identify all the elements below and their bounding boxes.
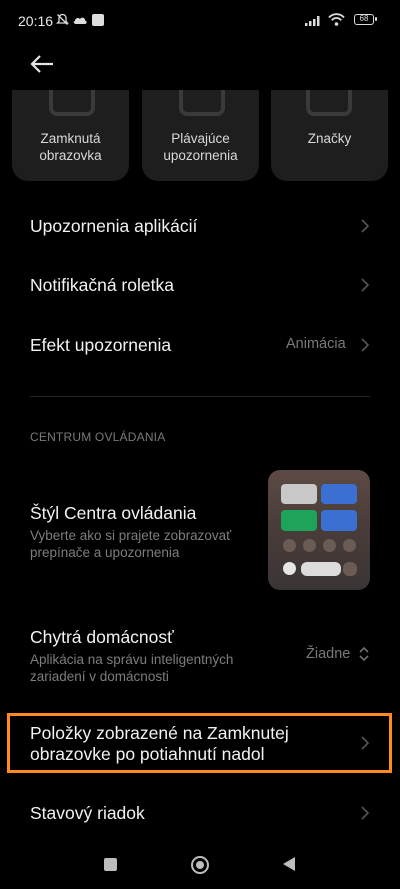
app-notification-icon bbox=[92, 14, 104, 26]
lockscreen-items-row-line2[interactable]: obrazovke po potiahnutí nadol bbox=[30, 744, 264, 765]
chevron-right-icon bbox=[361, 278, 370, 292]
wifi-icon bbox=[328, 13, 345, 26]
status-time: 20:16 bbox=[18, 13, 54, 29]
status-bar-row[interactable]: Stavový riadok bbox=[30, 803, 145, 824]
control-center-style-subtitle: prepínače a upozornenia bbox=[30, 545, 180, 560]
preview-dot bbox=[303, 539, 316, 552]
battery-icon: 68 bbox=[354, 14, 377, 25]
control-center-preview-image[interactable] bbox=[268, 470, 370, 590]
tile-lock-screen[interactable]: Zamknutá obrazovka bbox=[12, 90, 129, 181]
preview-slider-end bbox=[343, 562, 357, 576]
preview-tile bbox=[321, 510, 357, 531]
preview-tile bbox=[281, 484, 317, 504]
tile-floating-notifications[interactable]: Plávajúce upozornenia bbox=[142, 90, 259, 181]
up-down-chevron-icon bbox=[359, 646, 369, 662]
preview-dot bbox=[343, 539, 356, 552]
section-header-control-center: CENTRUM OVLÁDANIA bbox=[30, 430, 166, 444]
smart-home-subtitle: zariadení v domácnosti bbox=[30, 669, 169, 684]
control-center-style-row[interactable]: Štýl Centra ovládania bbox=[30, 503, 196, 524]
cloud-icon bbox=[73, 17, 87, 24]
preview-tile bbox=[281, 510, 317, 531]
preview-slider bbox=[301, 562, 341, 576]
tile-label: Značky bbox=[307, 131, 352, 146]
signal-icon bbox=[305, 16, 320, 26]
status-bar: 20:16 68 bbox=[0, 0, 400, 40]
notification-effect-row[interactable]: Efekt upozornenia bbox=[30, 335, 171, 356]
home-nav-icon[interactable] bbox=[191, 856, 209, 874]
floating-phone-icon bbox=[179, 90, 225, 116]
badges-phone-icon bbox=[306, 90, 352, 116]
smart-home-value: Žiadne bbox=[306, 646, 351, 662]
preview-tile bbox=[321, 484, 357, 504]
chevron-right-icon bbox=[361, 219, 370, 233]
muted-bell-icon bbox=[56, 13, 69, 25]
divider bbox=[30, 396, 370, 397]
recents-nav-icon[interactable] bbox=[104, 858, 117, 871]
preview-dot bbox=[283, 562, 296, 575]
chevron-right-icon bbox=[361, 338, 370, 352]
tile-badges[interactable]: Značky bbox=[271, 90, 388, 181]
tile-label: Zamknutá bbox=[40, 131, 101, 146]
app-notifications-row[interactable]: Upozornenia aplikácií bbox=[30, 216, 197, 237]
smart-home-row[interactable]: Chytrá domácnosť bbox=[30, 627, 174, 648]
preview-dot bbox=[283, 539, 296, 552]
tile-label: Plávajúce bbox=[171, 131, 230, 146]
chevron-right-icon bbox=[361, 806, 370, 820]
back-nav-icon[interactable] bbox=[283, 857, 295, 871]
lock-screen-phone-icon bbox=[49, 90, 95, 116]
tile-label: upozornenia bbox=[163, 148, 238, 163]
notification-shade-row[interactable]: Notifikačná roletka bbox=[30, 275, 174, 296]
notification-effect-value: Animácia bbox=[286, 336, 346, 352]
control-center-style-subtitle: Vyberte ako si prajete zobrazovať bbox=[30, 528, 232, 543]
preview-dot bbox=[323, 539, 336, 552]
lockscreen-items-row[interactable]: Položky zobrazené na Zamknutej bbox=[30, 723, 289, 744]
back-arrow-icon[interactable] bbox=[28, 52, 56, 76]
chevron-right-icon bbox=[361, 736, 370, 750]
smart-home-subtitle: Aplikácia na správu inteligentných bbox=[30, 652, 234, 667]
tile-label: obrazovka bbox=[39, 148, 102, 163]
